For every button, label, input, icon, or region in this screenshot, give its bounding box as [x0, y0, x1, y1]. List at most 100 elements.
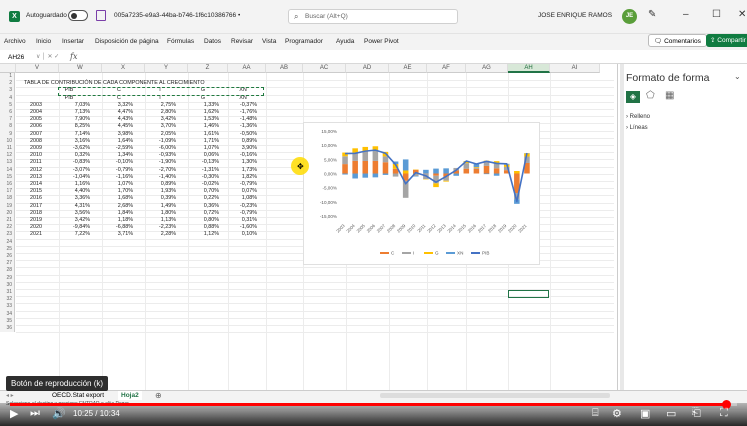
- effects-icon[interactable]: ⬠: [646, 90, 655, 101]
- column-header-ah[interactable]: AH: [508, 64, 550, 73]
- row-header[interactable]: 3: [0, 87, 15, 95]
- pane-options-icon[interactable]: ⌄: [734, 72, 741, 81]
- tab-inicio[interactable]: Inicio: [36, 38, 51, 45]
- column-header-ad[interactable]: AD: [346, 64, 389, 73]
- row-header[interactable]: 5: [0, 101, 15, 109]
- row-header[interactable]: 14: [0, 166, 15, 174]
- save-icon[interactable]: [96, 10, 106, 21]
- pane-scrollbar[interactable]: [620, 64, 624, 394]
- name-box[interactable]: AH26: [8, 54, 24, 61]
- row-header[interactable]: 33: [0, 303, 15, 311]
- row-header[interactable]: 11: [0, 145, 15, 153]
- play-icon[interactable]: ▶: [10, 407, 18, 420]
- row-header[interactable]: 1: [0, 73, 15, 81]
- column-header-z[interactable]: Z: [188, 64, 228, 73]
- row-header[interactable]: 24: [0, 238, 15, 246]
- value-cell: 1,80%: [160, 209, 176, 216]
- size-properties-icon[interactable]: ▦: [665, 90, 674, 101]
- close-icon[interactable]: ✕: [738, 9, 746, 20]
- row-header[interactable]: 7: [0, 116, 15, 124]
- row-header[interactable]: 13: [0, 159, 15, 167]
- chart-area[interactable]: 15,00% 10,00% 5,00% 0,00% -5,00% -10,00% -15,0…: [303, 122, 540, 265]
- row-header[interactable]: 6: [0, 109, 15, 117]
- settings-icon[interactable]: ⚙: [612, 407, 622, 420]
- row-header[interactable]: 2: [0, 80, 15, 88]
- next-icon[interactable]: ⏭: [30, 407, 40, 420]
- row-header[interactable]: 29: [0, 274, 15, 282]
- row-header[interactable]: 16: [0, 181, 15, 189]
- row-header[interactable]: 36: [0, 325, 15, 333]
- tab-programador[interactable]: Programador: [285, 38, 323, 45]
- file-name[interactable]: 005a7235-e9a3-44ba-b746-1f6c10386766 •: [114, 12, 240, 19]
- tab-formulas[interactable]: Fórmulas: [167, 38, 194, 45]
- row-header[interactable]: 18: [0, 195, 15, 203]
- row-header[interactable]: 28: [0, 267, 15, 275]
- volume-icon[interactable]: 🔊: [52, 407, 66, 420]
- section-lineas[interactable]: › Líneas: [626, 125, 648, 131]
- video-progress-bar[interactable]: [10, 400, 737, 409]
- row-header[interactable]: 9: [0, 130, 15, 138]
- row-header[interactable]: 22: [0, 224, 15, 232]
- minimize-icon[interactable]: –: [683, 9, 689, 20]
- tab-insertar[interactable]: Insertar: [62, 38, 84, 45]
- section-relleno[interactable]: › Relleno: [626, 114, 650, 120]
- column-header-x[interactable]: X: [102, 64, 145, 73]
- row-header[interactable]: 26: [0, 253, 15, 261]
- subtitles-icon[interactable]: ⌸: [592, 407, 599, 420]
- share-button[interactable]: ⇪ Compartir: [706, 34, 747, 47]
- sheet-nav-icon[interactable]: ◂ ▸: [6, 392, 14, 399]
- row-header[interactable]: 17: [0, 188, 15, 196]
- comments-button[interactable]: 🗨 Comentarios: [648, 34, 707, 47]
- tab-ayuda[interactable]: Ayuda: [336, 38, 354, 45]
- column-header-ac[interactable]: AC: [303, 64, 346, 73]
- user-name[interactable]: JOSE ENRIQUE RAMOS: [538, 12, 612, 19]
- selected-cell[interactable]: [508, 290, 549, 298]
- column-header-aa[interactable]: AA: [228, 64, 266, 73]
- row-header[interactable]: 8: [0, 123, 15, 131]
- tab-revisar[interactable]: Revisar: [231, 38, 253, 45]
- sheet-tab-oecd[interactable]: OECD.Stat export: [52, 392, 104, 399]
- tab-archivo[interactable]: Archivo: [4, 38, 26, 45]
- column-header-v[interactable]: V: [16, 64, 59, 73]
- tab-power-pivot[interactable]: Power Pivot: [364, 38, 399, 45]
- fx-icon[interactable]: fx: [70, 52, 77, 61]
- fullscreen-icon[interactable]: ⛶: [720, 407, 728, 420]
- row-header[interactable]: 12: [0, 152, 15, 160]
- maximize-icon[interactable]: ☐: [712, 9, 721, 20]
- autosave-toggle[interactable]: [68, 10, 88, 21]
- column-header-af[interactable]: AF: [427, 64, 466, 73]
- miniplayer-icon[interactable]: ▣: [640, 407, 650, 420]
- cast-icon[interactable]: ⎗: [692, 407, 701, 420]
- pen-icon[interactable]: ✎: [648, 9, 656, 20]
- row-header[interactable]: 23: [0, 231, 15, 239]
- row-header[interactable]: 15: [0, 173, 15, 181]
- column-header-ai[interactable]: AI: [550, 64, 600, 73]
- column-header-ag[interactable]: AG: [466, 64, 508, 73]
- row-header[interactable]: 27: [0, 260, 15, 268]
- tab-vista[interactable]: Vista: [262, 38, 276, 45]
- search-input[interactable]: ⌕ Buscar (Alt+Q): [288, 9, 458, 24]
- select-all-corner[interactable]: [0, 64, 16, 73]
- column-header-ab[interactable]: AB: [266, 64, 303, 73]
- row-header[interactable]: 34: [0, 310, 15, 318]
- row-header[interactable]: 19: [0, 202, 15, 210]
- row-header[interactable]: 20: [0, 209, 15, 217]
- add-sheet-icon[interactable]: ⊕: [155, 391, 162, 400]
- theater-icon[interactable]: ▭: [666, 407, 676, 420]
- row-header[interactable]: 10: [0, 137, 15, 145]
- row-header[interactable]: 32: [0, 296, 15, 304]
- column-header-y[interactable]: Y: [145, 64, 188, 73]
- row-header[interactable]: 31: [0, 289, 15, 297]
- column-header-ae[interactable]: AE: [389, 64, 427, 73]
- row-header[interactable]: 25: [0, 245, 15, 253]
- tab-datos[interactable]: Datos: [204, 38, 221, 45]
- horizontal-scrollbar[interactable]: [380, 393, 610, 398]
- avatar[interactable]: JE: [622, 9, 637, 24]
- row-header[interactable]: 30: [0, 281, 15, 289]
- tab-disposicion[interactable]: Disposición de página: [95, 38, 159, 45]
- row-header[interactable]: 35: [0, 317, 15, 325]
- row-header[interactable]: 21: [0, 217, 15, 225]
- row-header[interactable]: 4: [0, 94, 15, 102]
- column-header-w[interactable]: W: [59, 64, 102, 73]
- fill-line-icon[interactable]: ◈: [626, 91, 640, 103]
